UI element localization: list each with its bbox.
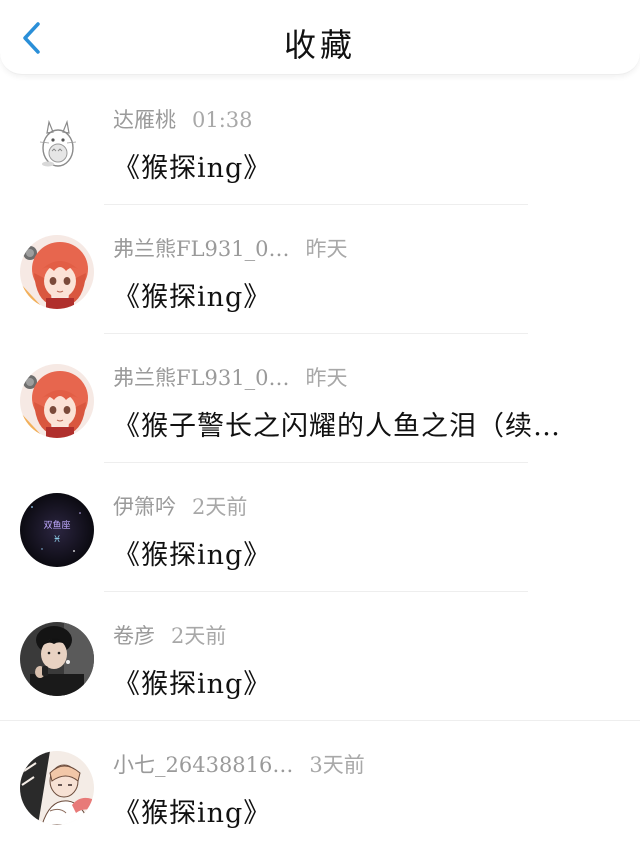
item-meta: 弗兰熊FL931_0… 昨天 — [113, 362, 347, 392]
timestamp: 2天前 — [192, 495, 248, 519]
timestamp: 01:38 — [192, 108, 253, 132]
anime-girl-avatar-icon — [20, 235, 94, 309]
author-name[interactable]: 伊箫吟 — [113, 495, 176, 519]
timestamp: 昨天 — [305, 237, 348, 261]
author-name[interactable]: 卷彦 — [113, 624, 155, 648]
favorites-list: 达雁桃 01:38 《猴探ing》 弗兰熊FL931_0… 昨天 《猴探ing》… — [0, 76, 640, 849]
manga-avatar-icon — [20, 751, 94, 825]
list-item[interactable]: 卷彦 2天前 《猴探ing》 — [0, 592, 640, 721]
pisces-icon: ♓ — [53, 535, 61, 545]
item-meta: 伊箫吟 2天前 — [113, 491, 247, 521]
item-meta: 达雁桃 01:38 — [113, 104, 253, 134]
post-title[interactable]: 《猴探ing》 — [113, 791, 271, 830]
author-name[interactable]: 弗兰熊FL931_0… — [113, 366, 289, 390]
post-title[interactable]: 《猴探ing》 — [113, 275, 271, 314]
post-title[interactable]: 《猴探ing》 — [113, 662, 271, 701]
post-title[interactable]: 《猴探ing》 — [113, 533, 271, 572]
favorites-screen: 收藏 达雁桃 01:38 《猴探ing》 弗兰熊FL931_0… 昨天 《猴探i… — [0, 0, 640, 849]
totoro-avatar-icon — [20, 106, 94, 180]
list-item[interactable]: 达雁桃 01:38 《猴探ing》 — [0, 76, 640, 205]
list-item[interactable]: 双鱼座 ♓ 伊箫吟 2天前 《猴探ing》 — [0, 463, 640, 592]
post-title[interactable]: 《猴探ing》 — [113, 146, 271, 185]
post-title[interactable]: 《猴子警长之闪耀的人鱼之泪（续… — [113, 404, 561, 443]
avatar-text: 双鱼座 — [43, 519, 70, 531]
page-title: 收藏 — [283, 26, 356, 64]
avatar[interactable]: 双鱼座 ♓ — [20, 493, 94, 567]
timestamp: 昨天 — [305, 366, 348, 390]
avatar[interactable] — [20, 235, 94, 309]
singer-photo-avatar-icon — [20, 622, 94, 696]
avatar[interactable] — [20, 106, 94, 180]
author-name[interactable]: 弗兰熊FL931_0… — [113, 237, 289, 261]
avatar[interactable] — [20, 751, 94, 825]
starry-pisces-avatar-icon: 双鱼座 ♓ — [20, 493, 94, 567]
item-meta: 弗兰熊FL931_0… 昨天 — [113, 233, 347, 263]
avatar[interactable] — [20, 364, 94, 438]
list-item[interactable]: 弗兰熊FL931_0… 昨天 《猴子警长之闪耀的人鱼之泪（续… — [0, 334, 640, 463]
timestamp: 2天前 — [171, 624, 227, 648]
list-item[interactable]: 弗兰熊FL931_0… 昨天 《猴探ing》 — [0, 205, 640, 334]
item-meta: 卷彦 2天前 — [113, 620, 226, 650]
author-name[interactable]: 小七_26438816… — [113, 753, 293, 777]
timestamp: 3天前 — [309, 753, 365, 777]
author-name[interactable]: 达雁桃 — [113, 108, 176, 132]
nav-header: 收藏 — [0, 0, 640, 75]
anime-girl-avatar-icon — [20, 364, 94, 438]
list-item[interactable]: 小七_26438816… 3天前 《猴探ing》 — [0, 721, 640, 849]
avatar[interactable] — [20, 622, 94, 696]
item-meta: 小七_26438816… 3天前 — [113, 749, 365, 779]
